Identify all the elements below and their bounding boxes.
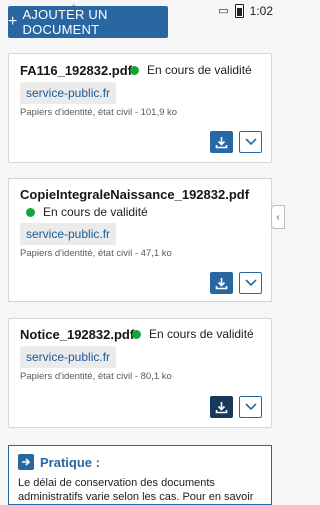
document-title: CopieIntegraleNaissance_192832.pdf [20,187,250,202]
expand-button[interactable] [239,396,262,418]
download-icon [215,136,228,148]
source-link[interactable]: service-public.fr [20,223,117,245]
download-icon [215,277,228,289]
status-badge: En cours de validité [132,327,254,341]
add-document-label: AJOUTER UN DOCUMENT [22,7,108,37]
document-meta: Papiers d'identité, état civil - 47,1 ko [20,248,172,259]
document-title: FA116_192832.pdf [20,63,133,78]
document-card[interactable]: CopieIntegraleNaissance_192832.pdf En co… [8,178,272,302]
status-badge: En cours de validité [130,63,252,77]
document-meta: Papiers d'identité, état civil - 101,9 k… [20,107,178,118]
status-badge: En cours de validité [26,205,148,219]
side-panel-handle[interactable]: ‹ [271,205,285,229]
status-label: En cours de validité [43,205,148,219]
download-button[interactable] [210,131,233,153]
download-button[interactable] [210,272,233,294]
source-link[interactable]: service-public.fr [20,346,117,368]
info-box: Pratique : Le délai de conservation des … [8,445,272,505]
document-meta: Papiers d'identité, état civil - 80,1 ko [20,371,172,382]
clock: 1:02 [249,4,273,18]
status-dot-icon [132,329,141,339]
battery-icon [234,4,244,18]
document-card[interactable]: Notice_192832.pdf En cours de validité s… [8,318,272,428]
expand-button[interactable] [239,131,262,153]
chevron-down-icon [244,279,257,287]
sim-icon: ▭ [218,4,229,17]
plus-icon: + [8,13,18,30]
document-card[interactable]: FA116_192832.pdf En cours de validité se… [8,53,272,163]
chevron-left-icon: ‹ [276,211,280,223]
source-link[interactable]: service-public.fr [20,82,117,104]
download-icon [215,401,228,413]
info-header: Pratique : [18,454,100,470]
download-button[interactable] [210,396,233,418]
chevron-down-icon [244,403,257,411]
arrow-right-icon [18,454,34,470]
status-dot-icon [26,207,35,217]
status-label: En cours de validité [147,63,252,77]
status-dot-icon [130,65,139,75]
status-label: En cours de validité [149,327,254,341]
chevron-down-icon [244,138,257,146]
info-title: Pratique : [40,454,100,470]
document-title: Notice_192832.pdf [20,327,135,342]
add-document-button[interactable]: + AJOUTER UN DOCUMENT [8,6,168,38]
expand-button[interactable] [239,272,262,294]
